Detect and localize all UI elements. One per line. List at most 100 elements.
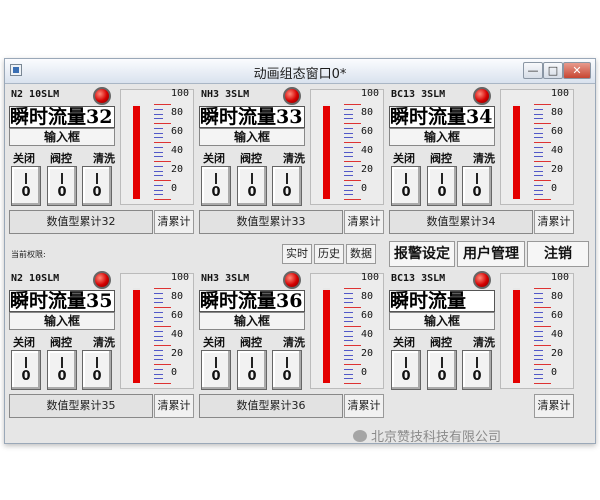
valve-control-switch[interactable]: 0	[47, 166, 77, 206]
close-label: 关闭	[203, 152, 225, 165]
accumulated-value-display: 数值型累计32	[9, 210, 153, 234]
gauge-tick-label: 20	[551, 348, 564, 359]
gauge-tick	[534, 108, 543, 110]
switch-value: 0	[282, 369, 292, 384]
close-switch[interactable]: 0	[201, 166, 231, 206]
input-field[interactable]: 输入框	[199, 312, 305, 330]
gauge-tick	[534, 132, 543, 134]
gauge-tick	[154, 354, 163, 356]
sensor-label: NH3 3SLM	[201, 89, 250, 100]
switch-lever-icon	[405, 357, 407, 368]
minimize-button[interactable]: —	[523, 62, 543, 79]
clear-accumulated-button[interactable]: 清累计	[534, 394, 574, 418]
gauge-tick	[154, 326, 171, 327]
gauge-tick	[534, 321, 543, 323]
history-button[interactable]: 历史	[314, 244, 344, 264]
valve-control-switch[interactable]: 0	[237, 350, 267, 390]
switch-lever-icon	[96, 357, 98, 368]
gauge-tick	[154, 180, 171, 181]
purge-switch[interactable]: 0	[272, 350, 302, 390]
valve-control-switch[interactable]: 0	[237, 166, 267, 206]
gauge-tick	[534, 307, 551, 308]
gauge-tick-label: 100	[551, 272, 570, 283]
gauge-tick	[344, 113, 353, 115]
gauge-tick	[534, 335, 543, 337]
gauge-tick	[154, 123, 171, 124]
gauge-tick-label: 20	[361, 348, 374, 359]
purge-switch[interactable]: 0	[462, 350, 492, 390]
gauge-tick	[534, 345, 551, 346]
maximize-button[interactable]: □	[543, 62, 563, 79]
gauge-tick	[344, 307, 361, 308]
input-field[interactable]: 输入框	[9, 312, 115, 330]
gauge-tick	[154, 378, 163, 380]
purge-switch[interactable]: 0	[82, 166, 112, 206]
gauge-tick	[344, 297, 353, 299]
permission-label: 当前权限:	[11, 250, 46, 259]
gauge-tick	[344, 359, 353, 361]
gauge-tick	[154, 373, 163, 375]
close-switch[interactable]: 0	[391, 350, 421, 390]
switch-lever-icon	[215, 173, 217, 184]
window-title: 动画组态窗口0*	[253, 67, 347, 82]
gauge-tick	[154, 330, 163, 332]
switch-value: 0	[437, 369, 447, 384]
alarm-settings-button[interactable]: 报警设定	[389, 241, 455, 267]
realtime-button[interactable]: 实时	[282, 244, 312, 264]
gauge-tick-label: 20	[171, 348, 184, 359]
input-field[interactable]: 输入框	[199, 128, 305, 146]
gauge-tick	[154, 142, 171, 143]
purge-switch[interactable]: 0	[272, 166, 302, 206]
gauge-tick	[344, 194, 353, 196]
purge-switch[interactable]: 0	[82, 350, 112, 390]
close-switch[interactable]: 0	[201, 350, 231, 390]
gauge-tick	[534, 330, 543, 332]
gauge-tick	[154, 321, 163, 323]
gauge-tick	[154, 127, 163, 129]
clear-accumulated-button[interactable]: 清累计	[154, 210, 194, 234]
gauge-tick	[534, 175, 543, 177]
close-button[interactable]: ✕	[563, 62, 591, 79]
instant-flow-display: 瞬时流量32	[9, 106, 115, 128]
flow-gauge: 100 80 60 40 20 0	[500, 272, 574, 389]
clear-accumulated-button[interactable]: 清累计	[344, 210, 384, 234]
gauge-tick-label: 80	[361, 107, 374, 118]
close-label: 关闭	[393, 152, 415, 165]
instant-flow-display: 瞬时流量	[389, 290, 495, 312]
gauge-tick	[154, 345, 171, 346]
close-label: 关闭	[393, 336, 415, 349]
input-field[interactable]: 输入框	[389, 312, 495, 330]
data-button[interactable]: 数据	[346, 244, 376, 264]
valve-control-switch[interactable]: 0	[47, 350, 77, 390]
input-field[interactable]: 输入框	[9, 128, 115, 146]
gauge-tick	[154, 189, 163, 191]
gauge-tick-label: 40	[361, 145, 374, 156]
close-switch[interactable]: 0	[11, 350, 41, 390]
title-bar[interactable]: 动画组态窗口0* — □ ✕	[5, 59, 595, 84]
clear-accumulated-button[interactable]: 清累计	[344, 394, 384, 418]
valve-control-switch[interactable]: 0	[427, 166, 457, 206]
gauge-tick-label: 80	[361, 291, 374, 302]
gauge-tick	[534, 199, 551, 200]
user-management-button[interactable]: 用户管理	[457, 241, 525, 267]
switch-lever-icon	[441, 173, 443, 184]
clear-accumulated-button[interactable]: 清累计	[534, 210, 574, 234]
gauge-tick-label: 0	[361, 183, 368, 194]
gauge-tick	[344, 108, 353, 110]
app-window: 动画组态窗口0* — □ ✕ N2 10SLM 瞬时流量32 输入框 关闭 阀控 清洗 0 0…	[4, 58, 596, 445]
flow-panel: BC13 3SLM 瞬时流量34 输入框 关闭 阀控 清洗 0 0 0 100 80 60 40 20 0 数…	[387, 84, 574, 238]
input-field[interactable]: 输入框	[389, 128, 495, 146]
sensor-label: NH3 3SLM	[201, 273, 250, 284]
gauge-fill	[513, 289, 520, 383]
close-switch[interactable]: 0	[391, 166, 421, 206]
sensor-label: N2 10SLM	[11, 89, 60, 100]
close-switch[interactable]: 0	[11, 166, 41, 206]
gauge-tick	[154, 194, 163, 196]
flow-gauge: 100 80 60 40 20 0	[310, 272, 384, 389]
valve-control-switch[interactable]: 0	[427, 350, 457, 390]
gauge-tick	[154, 349, 163, 351]
clear-accumulated-button[interactable]: 清累计	[154, 394, 194, 418]
switch-value: 0	[437, 185, 447, 200]
logout-button[interactable]: 注销	[527, 241, 589, 267]
purge-switch[interactable]: 0	[462, 166, 492, 206]
